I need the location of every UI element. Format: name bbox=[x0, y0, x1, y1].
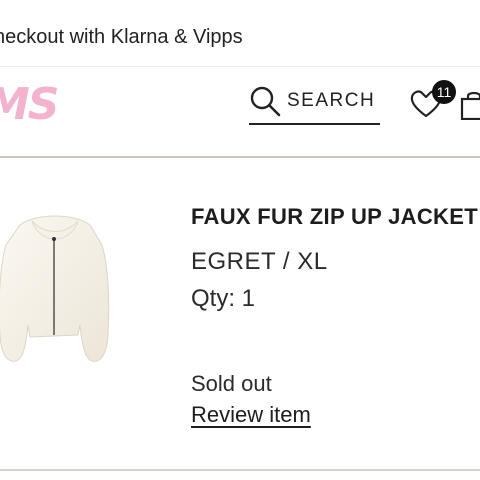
product-title[interactable]: FAUX FUR ZIP UP JACKET bbox=[191, 204, 478, 230]
search-icon bbox=[250, 86, 281, 117]
bag-icon[interactable] bbox=[460, 90, 480, 120]
search-label: SEARCH bbox=[287, 90, 376, 111]
header-divider bbox=[0, 156, 480, 158]
product-image[interactable] bbox=[0, 205, 120, 385]
product-variant: EGRET / XL bbox=[191, 248, 328, 275]
review-item-link[interactable]: Review item bbox=[191, 402, 311, 428]
bottom-divider bbox=[0, 469, 480, 471]
product-quantity: Qty: 1 bbox=[191, 285, 256, 312]
promo-bar: heckout with Klarna & Vipps bbox=[0, 0, 480, 67]
brand-logo[interactable]: MS bbox=[0, 79, 59, 130]
wishlist-count-badge: 11 bbox=[432, 80, 456, 104]
stock-status: Sold out bbox=[191, 371, 272, 396]
site-header: MS SEARCH bbox=[0, 67, 480, 155]
search-button[interactable]: SEARCH bbox=[249, 83, 380, 125]
promo-text: heckout with Klarna & Vipps bbox=[0, 26, 243, 48]
